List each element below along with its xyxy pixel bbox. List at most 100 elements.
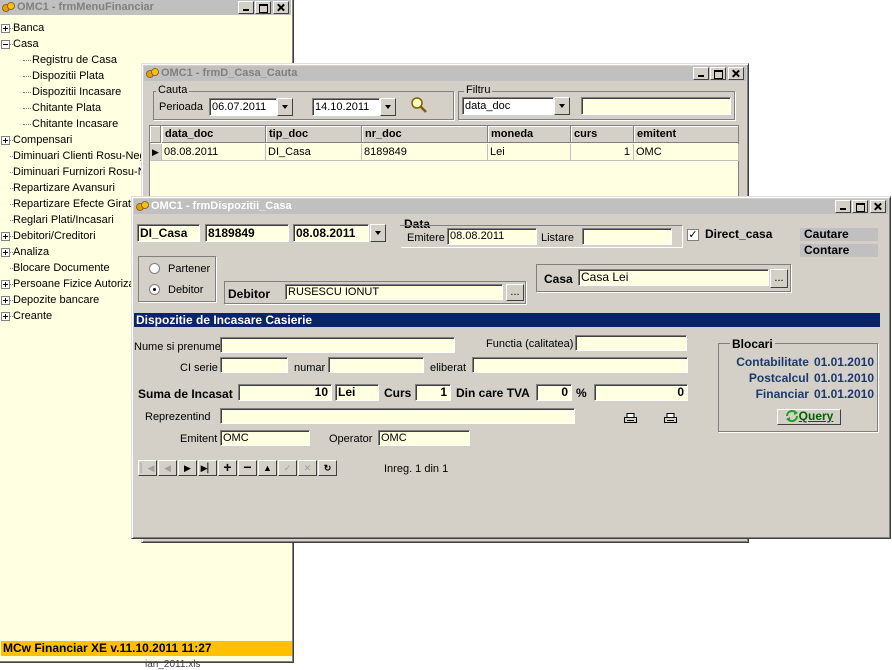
- ci-serie-field[interactable]: [220, 357, 288, 373]
- expand-icon[interactable]: [1, 280, 10, 289]
- printer-icon[interactable]: [624, 413, 637, 424]
- post-record-button[interactable]: ✓: [278, 460, 297, 476]
- numar-label: numar: [294, 362, 326, 374]
- curs-field[interactable]: 1: [415, 384, 451, 401]
- moneda-field[interactable]: Lei: [335, 384, 379, 401]
- table-cell[interactable]: 1: [571, 144, 634, 161]
- insert-record-button[interactable]: +: [218, 460, 237, 476]
- blocari-list: Contabilitate 01.01.2010 Postcalcul 01.01.2…: [720, 354, 874, 402]
- blocari-group-title: Blocari: [730, 337, 775, 351]
- nume-label: Nume si prenume: [134, 341, 221, 353]
- eliberat-field[interactable]: [472, 357, 688, 373]
- prior-record-button[interactable]: ◀: [158, 460, 177, 476]
- direct-casa-label: Direct_casa: [705, 227, 773, 241]
- blocari-label: Postcalcul: [748, 371, 809, 385]
- column-header-curs[interactable]: curs: [571, 126, 634, 143]
- column-header-nr-doc[interactable]: nr_doc: [362, 126, 488, 143]
- tip-doc-field[interactable]: DI_Casa: [137, 224, 200, 242]
- blocari-date: 01.01.2010: [813, 371, 874, 385]
- table-cell[interactable]: OMC: [634, 144, 739, 161]
- refresh-record-button[interactable]: ↻: [318, 460, 337, 476]
- tree-item-label: Persoane Fizice Autorizate: [13, 278, 144, 290]
- tree-item[interactable]: Casa: [1, 36, 286, 52]
- cancel-record-button[interactable]: ✕: [298, 460, 317, 476]
- printer-icon[interactable]: [664, 413, 677, 424]
- app-icon: [146, 68, 159, 78]
- expand-icon[interactable]: [1, 312, 10, 321]
- maximize-button[interactable]: [852, 200, 868, 213]
- expand-icon[interactable]: [1, 296, 10, 305]
- nume-field[interactable]: [220, 337, 455, 353]
- reprezentind-field[interactable]: [220, 408, 575, 424]
- minimize-button[interactable]: [693, 67, 709, 80]
- minimize-button[interactable]: [238, 1, 254, 14]
- date-from-field[interactable]: 06.07.2011: [209, 98, 277, 116]
- tree-item[interactable]: Banca: [1, 20, 286, 36]
- partener-radio[interactable]: [149, 263, 160, 274]
- edit-record-button[interactable]: ▲: [258, 460, 277, 476]
- tree-item-label: Analiza: [13, 246, 50, 258]
- debitor-field[interactable]: RUSESCU IONUT: [285, 284, 503, 300]
- next-record-button[interactable]: ▶: [178, 460, 197, 476]
- expand-icon[interactable]: [1, 24, 10, 33]
- expand-icon[interactable]: [1, 248, 10, 257]
- status-bar: MCw Financiar XE v.11.10.2011 11:27: [1, 641, 292, 656]
- last-record-button[interactable]: ▶▏: [198, 460, 217, 476]
- date-to-dropdown[interactable]: [380, 98, 396, 116]
- close-button[interactable]: [870, 200, 886, 213]
- expand-icon[interactable]: [1, 232, 10, 241]
- listare-field[interactable]: [582, 228, 672, 245]
- tva-label: Din care TVA: [456, 386, 530, 400]
- query-button[interactable]: Query: [777, 409, 841, 425]
- suma-field[interactable]: 10: [238, 384, 332, 401]
- search-icon[interactable]: [410, 96, 428, 114]
- data-doc-field[interactable]: 08.08.2011: [293, 224, 369, 242]
- tree-connector: [23, 76, 31, 77]
- contare-button[interactable]: Contare: [800, 244, 878, 257]
- expand-icon[interactable]: [1, 136, 10, 145]
- filtru-field-select[interactable]: data_doc: [462, 97, 554, 115]
- close-button[interactable]: [273, 1, 289, 14]
- delete-record-button[interactable]: −: [238, 460, 257, 476]
- table-cell[interactable]: DI_Casa: [266, 144, 362, 161]
- operator-field[interactable]: OMC: [378, 430, 470, 446]
- maximize-button[interactable]: [710, 67, 726, 80]
- minimize-button[interactable]: [835, 200, 851, 213]
- casa-browse-button[interactable]: ...: [770, 269, 788, 288]
- blocari-label: Contabilitate: [736, 355, 809, 369]
- record-navigator: ▏◀ ◀ ▶ ▶▏ + − ▲ ✓ ✕ ↻: [138, 460, 378, 476]
- table-cell[interactable]: 08.08.2011: [162, 144, 266, 161]
- table-cell[interactable]: 8189849: [362, 144, 488, 161]
- column-header-emitent[interactable]: emitent: [634, 126, 739, 143]
- emitere-field[interactable]: 08.08.2011: [447, 228, 537, 245]
- direct-casa-checkbox[interactable]: ✓: [687, 229, 699, 241]
- dispozitii-window-titlebar[interactable]: OMC1 - frmDispozitii_Casa: [134, 199, 888, 214]
- emitent-field[interactable]: OMC: [220, 430, 310, 446]
- tva-amount-field[interactable]: 0: [594, 384, 688, 401]
- menu-window-titlebar[interactable]: OMC1 - frmMenuFinanciar: [0, 0, 291, 15]
- column-header-data-doc[interactable]: data_doc: [162, 126, 266, 143]
- cautare-button[interactable]: Cautare: [800, 228, 878, 241]
- collapse-icon[interactable]: [1, 40, 10, 49]
- debitor-browse-button[interactable]: ...: [506, 284, 524, 301]
- date-from-dropdown[interactable]: [277, 98, 293, 116]
- casa-field[interactable]: Casa Lei: [578, 269, 769, 286]
- tva-percent-field[interactable]: 0: [536, 384, 572, 401]
- filtru-value-input[interactable]: [581, 97, 731, 115]
- column-header-moneda[interactable]: moneda: [488, 126, 571, 143]
- data-doc-dropdown[interactable]: [370, 224, 386, 242]
- date-to-field[interactable]: 14.10.2011: [312, 98, 380, 116]
- filtru-field-dropdown[interactable]: [554, 97, 570, 115]
- tree-item-label: Creante: [13, 310, 53, 322]
- column-header-tip-doc[interactable]: tip_doc: [266, 126, 362, 143]
- first-record-button[interactable]: ▏◀: [138, 460, 157, 476]
- numar-field[interactable]: [328, 357, 424, 373]
- search-window-titlebar[interactable]: OMC1 - frmD_Casa_Cauta: [144, 66, 746, 81]
- table-cell[interactable]: Lei: [488, 144, 571, 161]
- close-button[interactable]: [728, 67, 744, 80]
- app-icon: [2, 2, 15, 12]
- nr-doc-field[interactable]: 8189849: [205, 224, 289, 242]
- debitor-radio[interactable]: [149, 284, 160, 295]
- functia-field[interactable]: [575, 335, 687, 351]
- maximize-button[interactable]: [255, 1, 271, 14]
